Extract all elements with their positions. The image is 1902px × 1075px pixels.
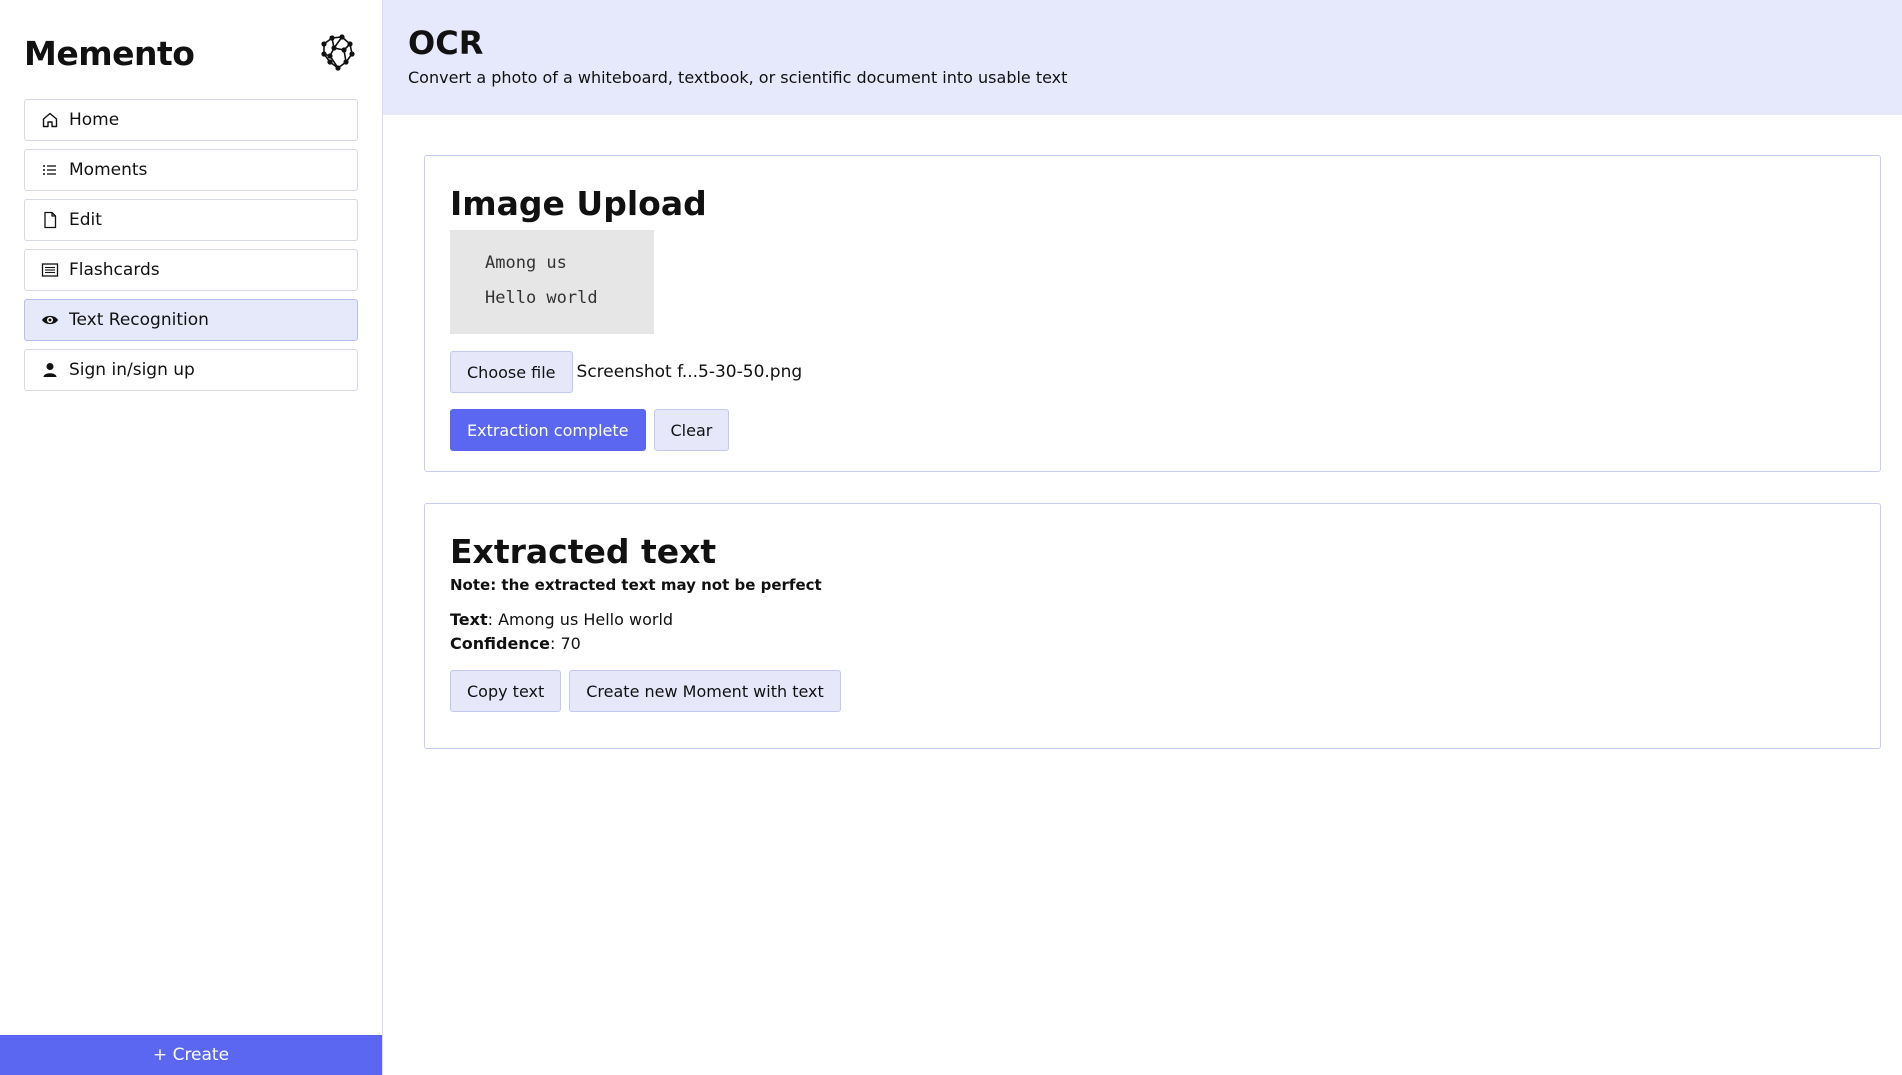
- user-icon: [43, 363, 57, 377]
- preview-line: Hello world: [485, 288, 598, 308]
- sidebar-item-label: Flashcards: [69, 260, 160, 280]
- page-header: OCR Convert a photo of a whiteboard, tex…: [383, 0, 1902, 115]
- sidebar-item-sign-in[interactable]: Sign in/sign up: [24, 349, 358, 391]
- upload-actions: Extraction complete Clear: [450, 409, 1855, 451]
- eye-icon: [42, 315, 58, 325]
- sidebar-item-moments[interactable]: Moments: [24, 149, 358, 191]
- extracted-text-card: Extracted text Note: the extracted text …: [424, 503, 1881, 749]
- app: Memento Home Moments Edit Flashcards Tex…: [0, 0, 1902, 1075]
- sidebar-item-label: Edit: [69, 210, 102, 230]
- extraction-complete-button[interactable]: Extraction complete: [450, 409, 646, 451]
- sidebar-item-text-recognition[interactable]: Text Recognition: [24, 299, 358, 341]
- sidebar-item-label: Text Recognition: [69, 310, 209, 330]
- image-preview: Among us Hello world: [450, 230, 654, 334]
- image-upload-title: Image Upload: [450, 184, 707, 223]
- text-value: Among us Hello world: [498, 610, 674, 629]
- brand: Memento: [0, 0, 382, 86]
- selected-file-name: Screenshot f...5-30-50.png: [576, 362, 803, 382]
- sidebar-item-label: Home: [69, 110, 120, 130]
- sidebar-item-edit[interactable]: Edit: [24, 199, 358, 241]
- text-line: Text: Among us Hello world: [450, 610, 674, 629]
- sidebar: Memento Home Moments Edit Flashcards Tex…: [0, 0, 383, 1075]
- cards-icon: [41, 263, 59, 277]
- image-upload-card: Image Upload Among us Hello world Choose…: [424, 155, 1881, 472]
- confidence-line: Confidence: 70: [450, 634, 581, 653]
- file-input-row: Choose file Screenshot f...5-30-50.png: [450, 351, 1855, 393]
- create-button[interactable]: + Create: [0, 1035, 382, 1075]
- sidebar-item-label: Moments: [69, 160, 148, 180]
- file-icon: [44, 211, 57, 229]
- choose-file-button[interactable]: Choose file: [450, 351, 573, 393]
- confidence-label: Confidence: [450, 634, 551, 653]
- confidence-value: 70: [560, 634, 581, 653]
- sidebar-item-label: Sign in/sign up: [69, 360, 195, 380]
- sidebar-item-flashcards[interactable]: Flashcards: [24, 249, 358, 291]
- extracted-text-title: Extracted text: [450, 532, 717, 571]
- page-title: OCR: [408, 24, 484, 62]
- result-details: Text: Among us Hello world Confidence: 7…: [450, 608, 1855, 656]
- extraction-note: Note: the extracted text may not be perf…: [450, 576, 822, 594]
- list-icon: [43, 165, 56, 175]
- page-subtitle: Convert a photo of a whiteboard, textboo…: [408, 68, 1068, 87]
- clear-button[interactable]: Clear: [653, 409, 730, 451]
- copy-text-button[interactable]: Copy text: [450, 670, 562, 712]
- sidebar-item-home[interactable]: Home: [24, 99, 358, 141]
- result-actions: Copy text Create new Moment with text: [450, 670, 1855, 712]
- brand-title: Memento: [24, 33, 195, 73]
- network-brain-icon: [321, 34, 355, 71]
- home-icon: [42, 112, 58, 128]
- sidebar-nav: Home Moments Edit Flashcards Text Recogn…: [0, 86, 382, 391]
- preview-line: Among us: [485, 253, 567, 273]
- text-label: Text: [450, 610, 488, 629]
- main-content: OCR Convert a photo of a whiteboard, tex…: [383, 0, 1902, 1075]
- create-moment-button[interactable]: Create new Moment with text: [569, 670, 841, 712]
